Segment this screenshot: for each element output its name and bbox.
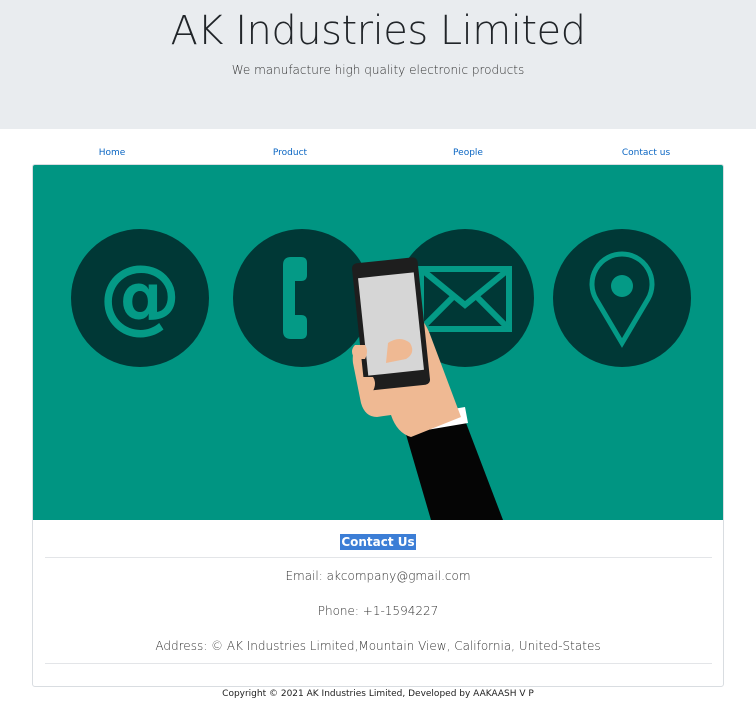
phone-icon: [233, 229, 371, 367]
contact-phone: Phone: +1-1594227: [317, 604, 439, 618]
contact-card: @ Contact Us Email: akcompany@gmail.com …: [32, 164, 724, 687]
contact-address: Address: © AK Industries Limited,Mountai…: [155, 639, 601, 653]
contact-banner-image: @: [33, 165, 723, 520]
footer-copyright: Copyright © 2021 AK Industries Limited, …: [222, 689, 534, 699]
at-sign-icon: @: [71, 229, 209, 367]
nav-product-link[interactable]: Product: [230, 148, 350, 158]
location-pin-icon: [553, 229, 691, 367]
divider: [45, 663, 712, 664]
svg-text:@: @: [99, 248, 181, 343]
divider: [45, 557, 712, 558]
contact-email: Email: akcompany@gmail.com: [285, 569, 471, 583]
header-jumbotron: AK Industries Limited We manufacture hig…: [0, 0, 756, 129]
site-title: AK Industries Limited: [170, 8, 586, 54]
main-nav: Home Product People Contact us: [0, 148, 756, 164]
contact-heading-wrap: Contact Us: [33, 531, 723, 550]
nav-home-link[interactable]: Home: [52, 148, 172, 158]
nav-contact-link[interactable]: Contact us: [586, 148, 706, 158]
nav-people-link[interactable]: People: [408, 148, 528, 158]
site-subtitle: We manufacture high quality electronic p…: [231, 63, 525, 77]
contact-heading: Contact Us: [340, 534, 416, 550]
